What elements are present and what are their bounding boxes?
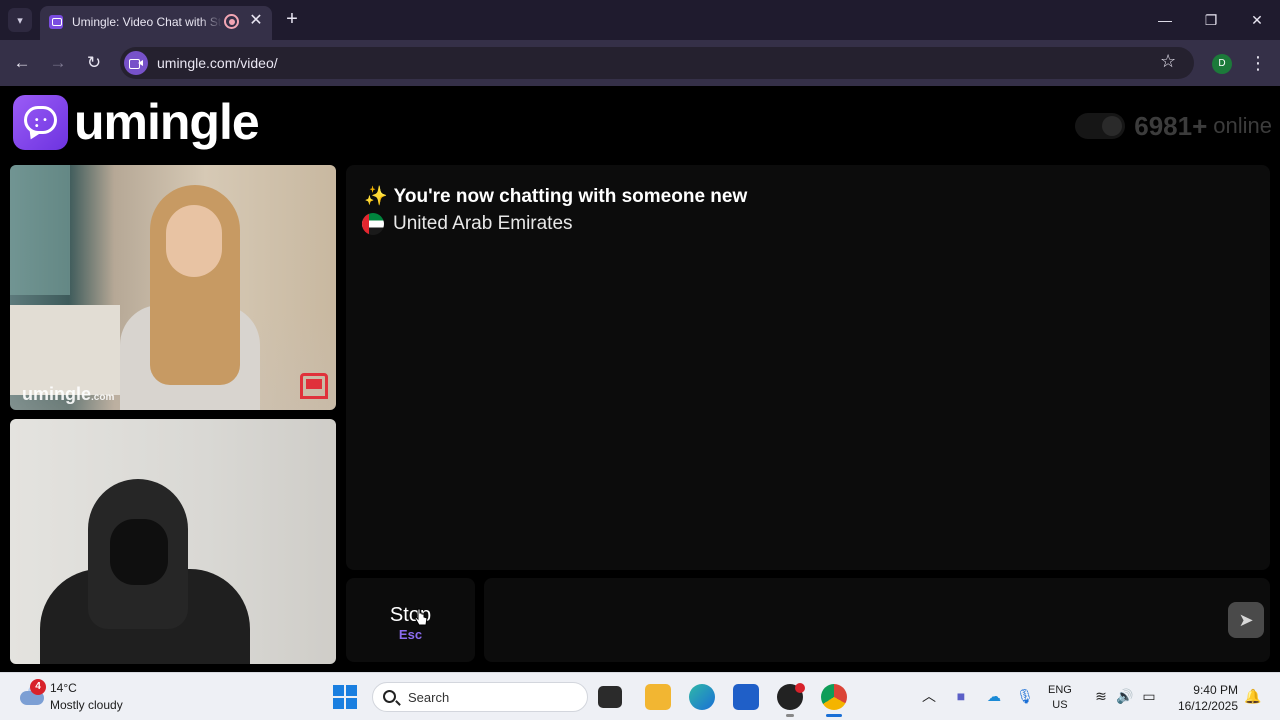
clock-time: 9:40 PM: [1193, 683, 1238, 697]
sparkle-icon: ✨: [364, 186, 388, 207]
forward-icon[interactable]: →: [46, 51, 70, 75]
online-count: 6981+: [1134, 110, 1208, 141]
file-explorer-icon[interactable]: [645, 684, 671, 710]
bookmark-star-icon[interactable]: ☆: [1160, 51, 1176, 72]
notifications-icon[interactable]: 🔔: [1244, 687, 1262, 705]
self-face: [110, 519, 168, 585]
teams-icon[interactable]: ■: [952, 687, 970, 705]
windows-start-icon[interactable]: [333, 685, 357, 709]
video-watermark: umingle.com: [22, 384, 114, 405]
url-text: umingle.com/video/: [157, 55, 278, 71]
microsoft-store-icon[interactable]: [733, 684, 759, 710]
logo-wordmark[interactable]: umingle: [74, 93, 260, 151]
search-icon: [383, 690, 396, 703]
weather-badge: 4: [30, 679, 46, 695]
watermark-suffix: .com: [91, 392, 115, 403]
hand-cursor-icon: [414, 608, 428, 626]
umingle-logo-icon[interactable]: • • •: [13, 95, 68, 150]
weather-temperature[interactable]: 14°C: [50, 681, 77, 695]
chat-status-text: You're now chatting with someone new: [393, 186, 748, 207]
language-indicator[interactable]: ENG US: [1048, 683, 1072, 713]
browser-tab-bar: ▾ Umingle: Video Chat with Strangers ✕ +…: [0, 0, 1280, 40]
profile-avatar[interactable]: D: [1212, 54, 1232, 74]
reload-icon[interactable]: ↻: [82, 51, 106, 75]
system-clock[interactable]: 9:40 PM 16/12/2025: [1172, 682, 1238, 714]
watermark-text: umingle: [22, 384, 92, 404]
stop-shortcut: Esc: [398, 627, 423, 642]
chrome-icon[interactable]: [821, 684, 847, 710]
online-counter: 6981+ online: [1075, 111, 1272, 141]
minimize-icon[interactable]: —: [1150, 8, 1180, 32]
tab-list-icon[interactable]: ▾: [8, 8, 32, 32]
battery-icon[interactable]: ▭: [1140, 687, 1158, 705]
self-video: [10, 419, 336, 664]
chat-bubble-icon: • • •: [24, 106, 57, 134]
close-window-icon[interactable]: ✕: [1242, 8, 1272, 32]
tab-title: Umingle: Video Chat with Strangers: [72, 15, 222, 29]
country-name: United Arab Emirates: [393, 213, 573, 234]
language-code: ENG: [1048, 684, 1072, 696]
umingle-page: • • • umingle 6981+ online umingle.com ✨…: [0, 88, 1280, 672]
online-label: online: [1213, 113, 1272, 138]
site-info-icon[interactable]: [124, 51, 148, 75]
chevron-up-icon[interactable]: ︿: [920, 687, 938, 705]
keyboard-region: US: [1052, 699, 1068, 711]
address-bar[interactable]: umingle.com/video/ ☆: [120, 47, 1194, 79]
report-flag-icon[interactable]: [300, 373, 328, 399]
chrome-active-indicator: [826, 714, 842, 717]
browser-toolbar: ← → ↻ umingle.com/video/ ☆ D ⋮: [0, 40, 1280, 86]
close-tab-icon[interactable]: ✕: [246, 11, 266, 31]
stranger-country: United Arab Emirates: [362, 213, 573, 235]
tab-umingle[interactable]: Umingle: Video Chat with Strangers ✕: [40, 6, 272, 40]
stranger-video: umingle.com: [10, 165, 336, 410]
taskbar-search[interactable]: Search: [372, 682, 588, 712]
windows-taskbar: 4 14°C Mostly cloudy Search ︿ ■ ☁ 🎙 ENG …: [0, 672, 1280, 720]
restore-icon[interactable]: ❐: [1196, 8, 1226, 32]
online-toggle[interactable]: [1075, 113, 1126, 139]
clock-date: 16/12/2025: [1177, 699, 1238, 713]
wifi-icon[interactable]: ≋: [1092, 687, 1110, 705]
stop-button[interactable]: Stop Esc: [346, 578, 475, 662]
record-icon: [224, 14, 239, 29]
back-icon[interactable]: ←: [10, 51, 34, 75]
stranger-face: [166, 205, 222, 277]
volume-icon[interactable]: 🔊: [1116, 687, 1134, 705]
edge-browser-icon[interactable]: [689, 684, 715, 710]
message-input[interactable]: ➤: [484, 578, 1270, 662]
obs-running-indicator: [786, 714, 794, 717]
send-icon[interactable]: ➤: [1228, 602, 1264, 638]
recording-dot-icon: [795, 683, 805, 693]
browser-menu-icon[interactable]: ⋮: [1248, 51, 1268, 75]
uae-flag-icon: [362, 213, 384, 235]
new-tab-icon[interactable]: +: [282, 9, 302, 29]
microphone-icon[interactable]: 🎙: [1016, 687, 1034, 705]
chat-panel: ✨ You're now chatting with someone new Un…: [346, 165, 1270, 570]
stop-label: Stop: [389, 604, 432, 626]
onedrive-icon[interactable]: ☁: [985, 687, 1003, 705]
weather-description[interactable]: Mostly cloudy: [50, 698, 123, 712]
umingle-favicon-icon: [49, 15, 63, 29]
search-label: Search: [408, 690, 450, 705]
video-background-bed: [10, 305, 120, 395]
video-background: [10, 165, 70, 295]
chat-status: ✨ You're now chatting with someone new: [364, 184, 747, 208]
task-view-icon[interactable]: [598, 686, 622, 708]
